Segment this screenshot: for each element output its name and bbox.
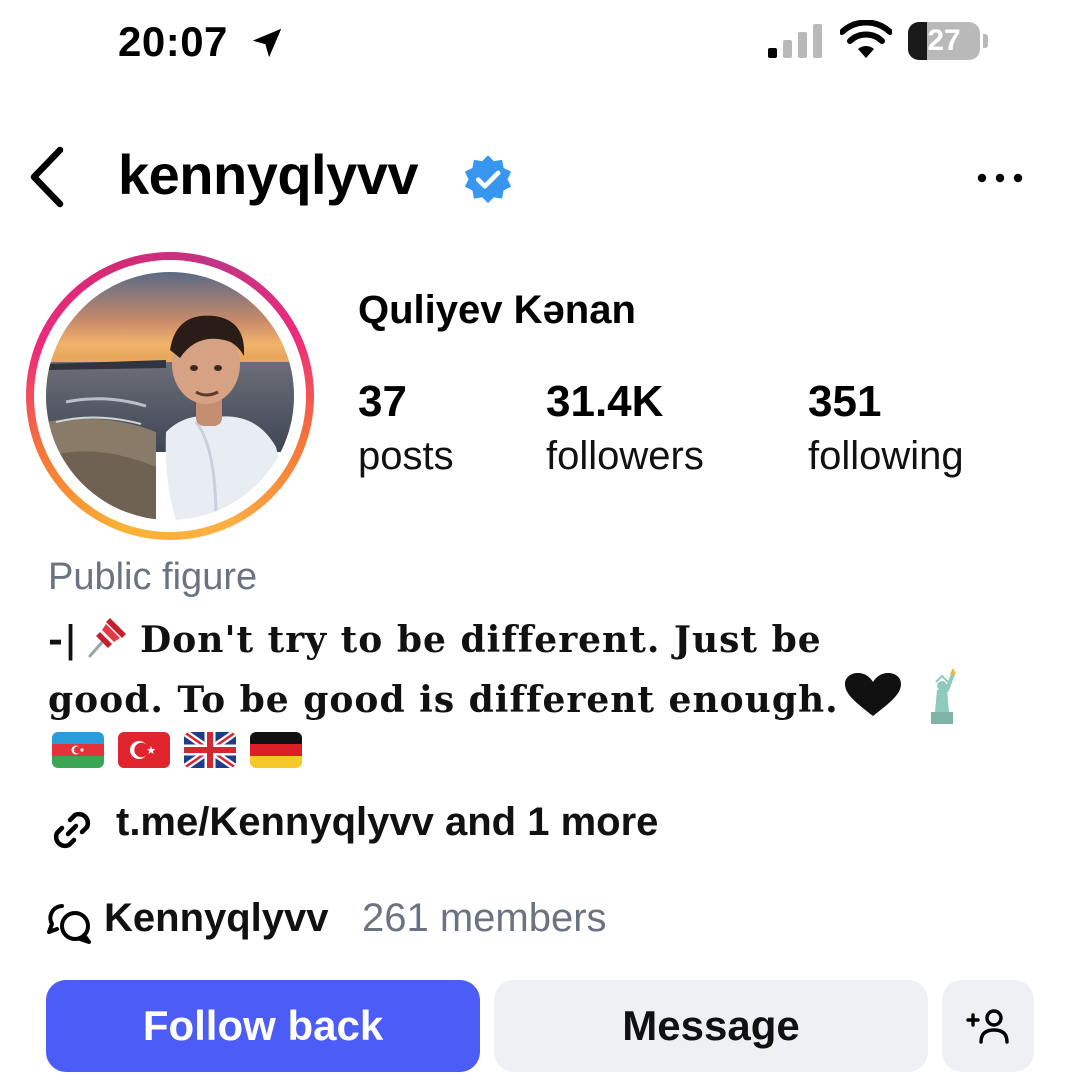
follow-back-button[interactable]: Follow back [46,980,480,1072]
following-label: following [808,434,964,478]
bio-line-2-text: good. To be good is different enough. [48,679,839,721]
azerbaijan-flag-icon [52,732,104,768]
profile-screen: 20:07 27 kennyqlyvv Quliyev Kənan 37 pos… [0,0,1080,1086]
suggested-users-button[interactable] [942,980,1034,1072]
channel-members-count: 261 members [362,896,607,940]
profile-link-text: t.me/Kennyqlyvv and 1 more [116,800,659,844]
followers-label: followers [546,434,704,478]
avatar-sunset-portrait [46,272,294,520]
location-arrow-icon [252,28,282,58]
profile-full-name: Quliyev Kənan [358,288,636,332]
germany-flag-icon [250,732,302,768]
statue-of-liberty-emoji-icon [930,668,956,724]
followers-count: 31.4K [546,377,664,426]
battery-body: 27 [908,22,980,60]
add-person-icon [966,1009,1009,1044]
battery-level: 27 [927,24,961,57]
signal-bar [798,32,807,58]
following-stat[interactable]: 351 following [808,376,964,484]
status-time: 20:07 [118,18,228,65]
black-heart-emoji-icon [844,673,901,716]
following-count: 351 [808,377,882,426]
avatar-photo [46,272,294,520]
profile-username: kennyqlyvv [118,143,419,206]
posts-label: posts [358,434,454,478]
followers-stat[interactable]: 31.4K followers [546,376,704,484]
signal-bar [783,40,792,58]
posts-stat[interactable]: 37 posts [358,376,454,484]
channel-name: Kennyqlyvv [104,896,329,940]
profile-avatar[interactable] [26,252,314,540]
more-options-button[interactable] [972,160,1028,196]
posts-count: 37 [358,377,407,426]
bio-line-1: -| Don't try to be different. Just be [48,612,1038,668]
wifi-icon [840,20,892,58]
bio-line-2: good. To be good is different enough. [48,668,1038,728]
battery-tip [983,34,988,48]
cellular-signal-icon [768,24,822,58]
signal-bar [813,24,822,58]
battery-indicator: 27 [908,22,988,60]
profile-bio: -| Don't try to be different. Just be go… [48,612,1038,728]
turkey-flag-icon [118,732,170,768]
signal-bar [768,48,777,58]
united-kingdom-flag-icon [184,732,236,768]
message-button[interactable]: Message [494,980,928,1072]
back-button[interactable] [22,142,72,212]
verified-badge-icon [464,155,512,204]
bio-line-1-text: Don't try to be different. Just be [140,619,822,661]
channel-chat-icon [47,904,91,944]
pushpin-emoji-icon [88,618,127,658]
link-icon [53,811,91,849]
profile-category: Public figure [48,556,258,598]
bio-prefix: -| [48,619,79,661]
